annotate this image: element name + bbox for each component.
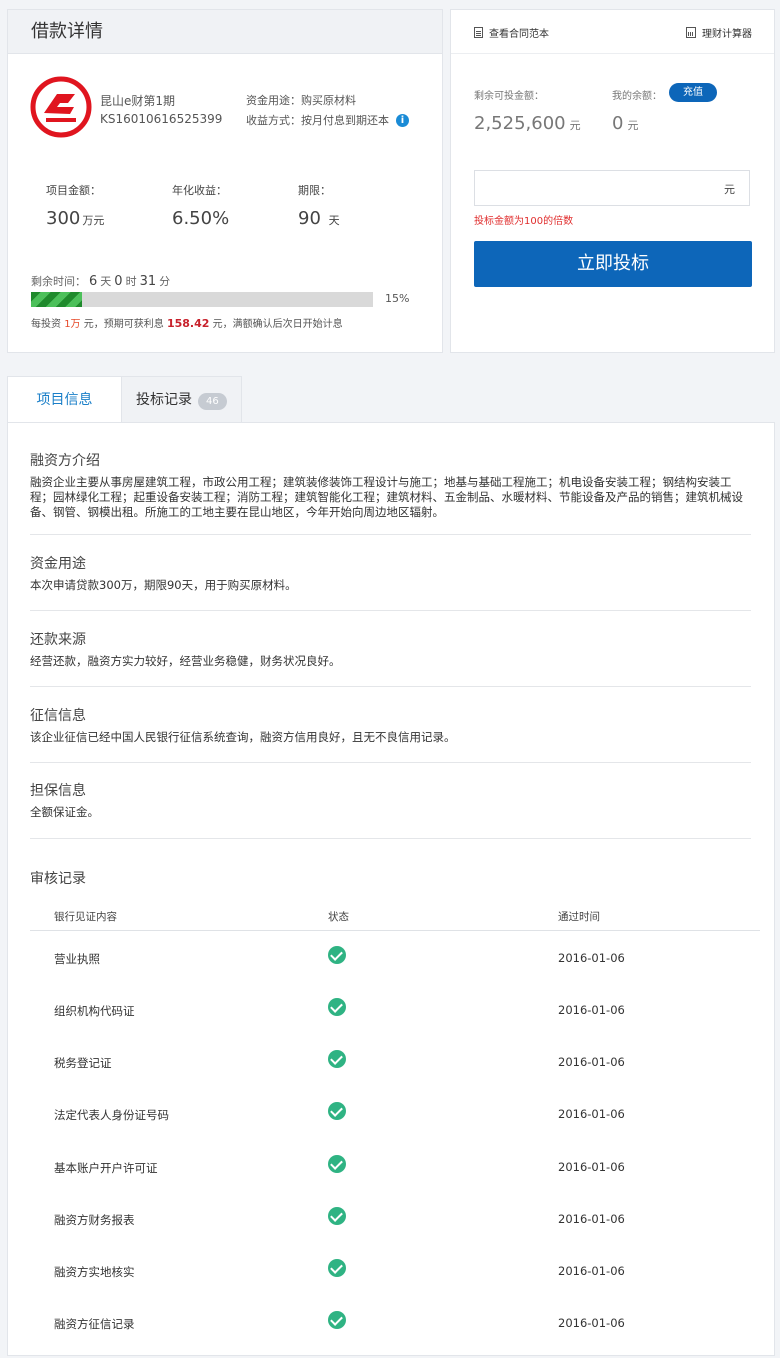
column-header-content: 银行见证内容 <box>54 911 117 923</box>
rate-label: 年化收益： <box>172 184 227 197</box>
loan-detail-header: 借款详情 <box>8 10 442 54</box>
progress-fill <box>31 292 83 307</box>
guarantee-section: 担保信息 全额保证金。 <box>30 780 751 820</box>
project-info-content: 融资方介绍 融资企业主要从事房屋建筑工程，市政公用工程；建筑装修装饰工程设计与施… <box>7 422 775 1356</box>
column-header-time: 通过时间 <box>558 911 600 923</box>
term-value: 90 天 <box>298 208 340 229</box>
balance-label: 我的余额： <box>612 91 662 102</box>
section-title: 还款来源 <box>30 632 86 648</box>
repayment-source-section: 还款来源 经营还款，融资方实力较好，经营业务稳健，财务状况良好。 <box>30 629 751 669</box>
section-title: 融资方介绍 <box>30 453 100 469</box>
rate-value: 6.50% <box>172 208 230 229</box>
invest-amount-unit: 元 <box>724 183 735 196</box>
amount-value: 300 万元 <box>46 208 105 229</box>
table-row: 融资方财务报表 2016-01-06 <box>30 1193 760 1245</box>
loan-detail-panel: 借款详情 昆山e财第1期 KS16010616525399 资金用途：购买原材料… <box>7 9 443 353</box>
tab-bid-records[interactable]: 投标记录 46 <box>121 376 242 423</box>
section-text: 全额保证金。 <box>30 805 99 819</box>
financier-intro-section: 融资方介绍 融资企业主要从事房屋建筑工程，市政公用工程；建筑装修装饰工程设计与施… <box>30 450 751 520</box>
audit-records-title: 审核记录 <box>30 871 86 887</box>
divider <box>30 838 751 839</box>
fund-use-label: 资金用途： <box>246 94 301 107</box>
section-title: 担保信息 <box>30 783 86 799</box>
table-row: 融资方征信记录 2016-01-06 <box>30 1297 760 1349</box>
remaining-time: 剩余时间： 6 天 0 时 31 分 <box>31 274 171 289</box>
repayment-method: 收益方式： 按月付息到期还本 i <box>246 112 409 128</box>
table-row: 法定代表人身份证号码 2016-01-06 <box>30 1088 760 1140</box>
finance-calculator-link[interactable]: 理财计算器 <box>686 25 752 40</box>
table-row: 组织机构代码证 2016-01-06 <box>30 984 760 1036</box>
repayment-label: 收益方式： <box>246 114 301 127</box>
table-row: 营业执照 2016-01-06 <box>30 932 760 984</box>
check-icon <box>328 946 346 964</box>
check-icon <box>328 1311 346 1329</box>
check-icon <box>328 1259 346 1277</box>
section-title: 征信信息 <box>30 708 86 724</box>
product-name: 昆山e财第1期 <box>100 94 176 108</box>
check-icon <box>328 1207 346 1225</box>
available-amount-label: 剩余可投金额： <box>474 91 544 102</box>
divider <box>30 686 751 687</box>
column-header-status: 状态 <box>328 911 349 923</box>
check-icon <box>328 1155 346 1173</box>
contract-template-link[interactable]: 查看合同范本 <box>474 25 549 40</box>
document-icon <box>474 27 483 38</box>
check-icon <box>328 1050 346 1068</box>
topup-button[interactable]: 充值 <box>669 83 717 102</box>
divider <box>30 610 751 611</box>
section-title: 资金用途 <box>30 556 86 572</box>
funding-progress-bar <box>31 292 373 307</box>
page-title: 借款详情 <box>31 21 103 42</box>
amount-hint: 投标金额为100的倍数 <box>474 216 574 227</box>
progress-percent: 15% <box>385 292 410 305</box>
section-text: 经营还款，融资方实力较好，经营业务稳健，财务状况良好。 <box>30 654 341 668</box>
expected-interest-note: 每投资 1万 元，预期可获利息 158.42 元，满额确认后次日开始计息 <box>31 317 343 330</box>
credit-info-section: 征信信息 该企业征信已经中国人民银行征信系统查询，融资方信用良好，且无不良信用记… <box>30 705 751 745</box>
table-row: 融资方实地核实 2016-01-06 <box>30 1245 760 1297</box>
invest-amount-field: 元 <box>474 170 750 206</box>
amount-label: 项目金额： <box>46 184 101 197</box>
invest-panel-header: 查看合同范本 理财计算器 <box>451 10 774 54</box>
section-text: 该企业征信已经中国人民银行征信系统查询，融资方信用良好，且无不良信用记录。 <box>30 730 456 744</box>
product-code: KS16010616525399 <box>100 112 223 126</box>
invest-panel: 查看合同范本 理财计算器 剩余可投金额： 2,525,600 元 我的余额： 充值… <box>450 9 775 353</box>
balance-value: 0元 <box>612 113 639 134</box>
check-icon <box>328 1102 346 1120</box>
section-text: 融资企业主要从事房屋建筑工程，市政公用工程；建筑装修装饰工程设计与施工；地基与基… <box>30 475 743 519</box>
calculator-icon <box>686 27 696 38</box>
divider <box>30 762 751 763</box>
audit-table-header: 银行见证内容 状态 通过时间 <box>30 901 760 931</box>
fund-use: 资金用途：购买原材料 <box>246 92 356 108</box>
available-amount-value: 2,525,600 元 <box>474 113 581 134</box>
fund-use-value: 购买原材料 <box>301 94 356 107</box>
tab-project-info[interactable]: 项目信息 <box>7 376 121 423</box>
section-text: 本次申请贷款300万，期限90天，用于购买原材料。 <box>30 578 297 592</box>
repayment-value: 按月付息到期还本 <box>301 114 389 127</box>
term-label: 期限： <box>298 184 331 197</box>
invest-amount-input[interactable] <box>475 171 715 205</box>
info-icon[interactable]: i <box>396 113 409 127</box>
table-row: 基本账户开户许可证 2016-01-06 <box>30 1141 760 1193</box>
table-row: 税务登记证 2016-01-06 <box>30 1036 760 1088</box>
fund-use-section: 资金用途 本次申请贷款300万，期限90天，用于购买原材料。 <box>30 553 751 593</box>
detail-tabs: 项目信息 投标记录 46 <box>7 376 242 423</box>
check-icon <box>328 998 346 1016</box>
company-logo <box>30 76 92 138</box>
bid-now-button[interactable]: 立即投标 <box>474 241 752 287</box>
divider <box>30 534 751 535</box>
bid-count-badge: 46 <box>198 393 227 410</box>
